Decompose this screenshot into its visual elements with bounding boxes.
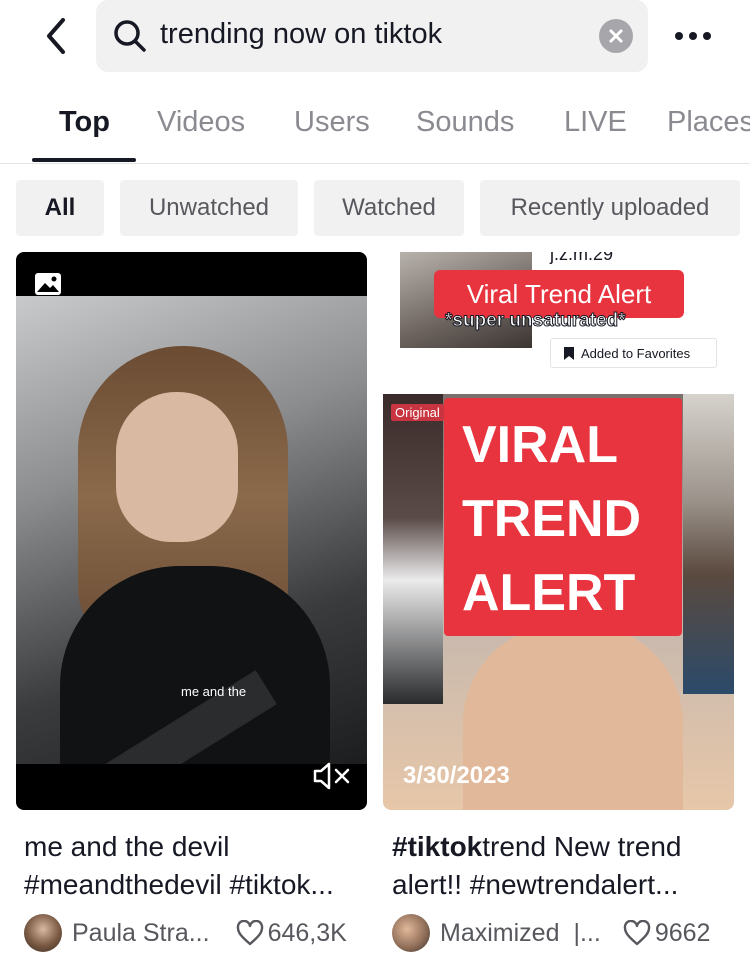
video-meta: Paula Stra... 646,3K: [24, 910, 347, 956]
video-meta: Maximized |... 9662: [392, 910, 710, 956]
more-dot: [703, 32, 711, 40]
video-card[interactable]: me and the: [16, 252, 367, 810]
more-dot: [689, 32, 697, 40]
search-input[interactable]: trending now on tiktok: [96, 0, 648, 72]
search-header: trending now on tiktok: [0, 0, 750, 75]
caption-text: trend New trend: [482, 831, 682, 862]
thumbnail-face: [116, 392, 238, 542]
filter-all[interactable]: All: [16, 180, 104, 236]
caption-hashtags: #meandthedevil #tiktok: [24, 869, 311, 900]
tab-sounds[interactable]: Sounds: [416, 106, 514, 139]
caption-line: me and the devil: [24, 831, 230, 862]
tab-places[interactable]: Places: [667, 106, 750, 139]
avatar[interactable]: [392, 914, 430, 952]
video-thumbnail: me and the: [16, 296, 367, 764]
caption-hashtags: alert!! #newtrendalert: [392, 869, 656, 900]
caption-line: #meandthedevil #tiktok...: [24, 869, 334, 900]
filter-recently-uploaded[interactable]: Recently uploaded: [480, 180, 740, 236]
viral-trend-alert-big: VIRAL TREND ALERT: [444, 398, 682, 636]
author-suffix: |...: [573, 918, 601, 947]
video-caption[interactable]: #tiktoktrend New trend alert!! #newtrend…: [392, 828, 732, 904]
username-watermark: j.z.m.29: [550, 252, 614, 264]
filter-unwatched[interactable]: Unwatched: [120, 180, 298, 236]
heart-outline-icon: [236, 920, 263, 946]
active-tab-indicator: [32, 158, 136, 162]
filter-watched[interactable]: Watched: [314, 180, 464, 236]
caption-line: #tiktoktrend New trend: [392, 828, 732, 866]
tab-videos[interactable]: Videos: [157, 106, 245, 139]
favorites-label: Added to Favorites: [581, 345, 691, 361]
bookmark-icon: [564, 346, 574, 360]
original-tag: Original: [391, 404, 444, 421]
author-name[interactable]: Maximized: [440, 919, 559, 948]
added-to-favorites-chip: Added to Favorites: [550, 338, 717, 368]
more-options-button[interactable]: [668, 20, 718, 52]
collage-right-strip: [683, 394, 734, 694]
search-query[interactable]: trending now on tiktok: [160, 18, 442, 51]
heart-outline-icon: [623, 920, 651, 946]
mute-icon[interactable]: [312, 760, 352, 792]
chevron-left-icon: [47, 18, 65, 54]
post-date: 3/30/2023: [403, 762, 510, 789]
back-button[interactable]: [38, 14, 74, 58]
author-name[interactable]: Paula Stra...: [72, 919, 210, 948]
tab-users[interactable]: Users: [294, 106, 370, 139]
video-overlay-text: me and the: [181, 684, 247, 699]
caption-line: alert!! #newtrendalert...: [392, 869, 679, 900]
filter-chips: All Unwatched Watched Recently uploaded: [0, 180, 750, 236]
like-count: 9662: [654, 918, 711, 947]
image-icon: [35, 273, 61, 295]
tab-top[interactable]: Top: [59, 106, 110, 139]
caption-hashtag-bold: #tiktok: [392, 831, 483, 862]
like-count: 646,3K: [267, 918, 347, 947]
search-tabs: Top Videos Users Sounds LIVE Places: [0, 96, 750, 164]
video-card[interactable]: j.z.m.29 Viral Trend Alert *super unsatu…: [383, 252, 734, 810]
tab-live[interactable]: LIVE: [564, 106, 627, 139]
more-dot: [675, 32, 683, 40]
clear-search-button[interactable]: [599, 19, 633, 53]
close-icon: [609, 29, 623, 43]
banner-subtext: *super unsaturated*: [445, 310, 627, 332]
video-caption[interactable]: me and the devil #meandthedevil #tiktok.…: [24, 828, 364, 904]
collage-left-strip: [383, 394, 443, 704]
avatar[interactable]: [24, 914, 62, 952]
search-icon: [114, 20, 146, 52]
